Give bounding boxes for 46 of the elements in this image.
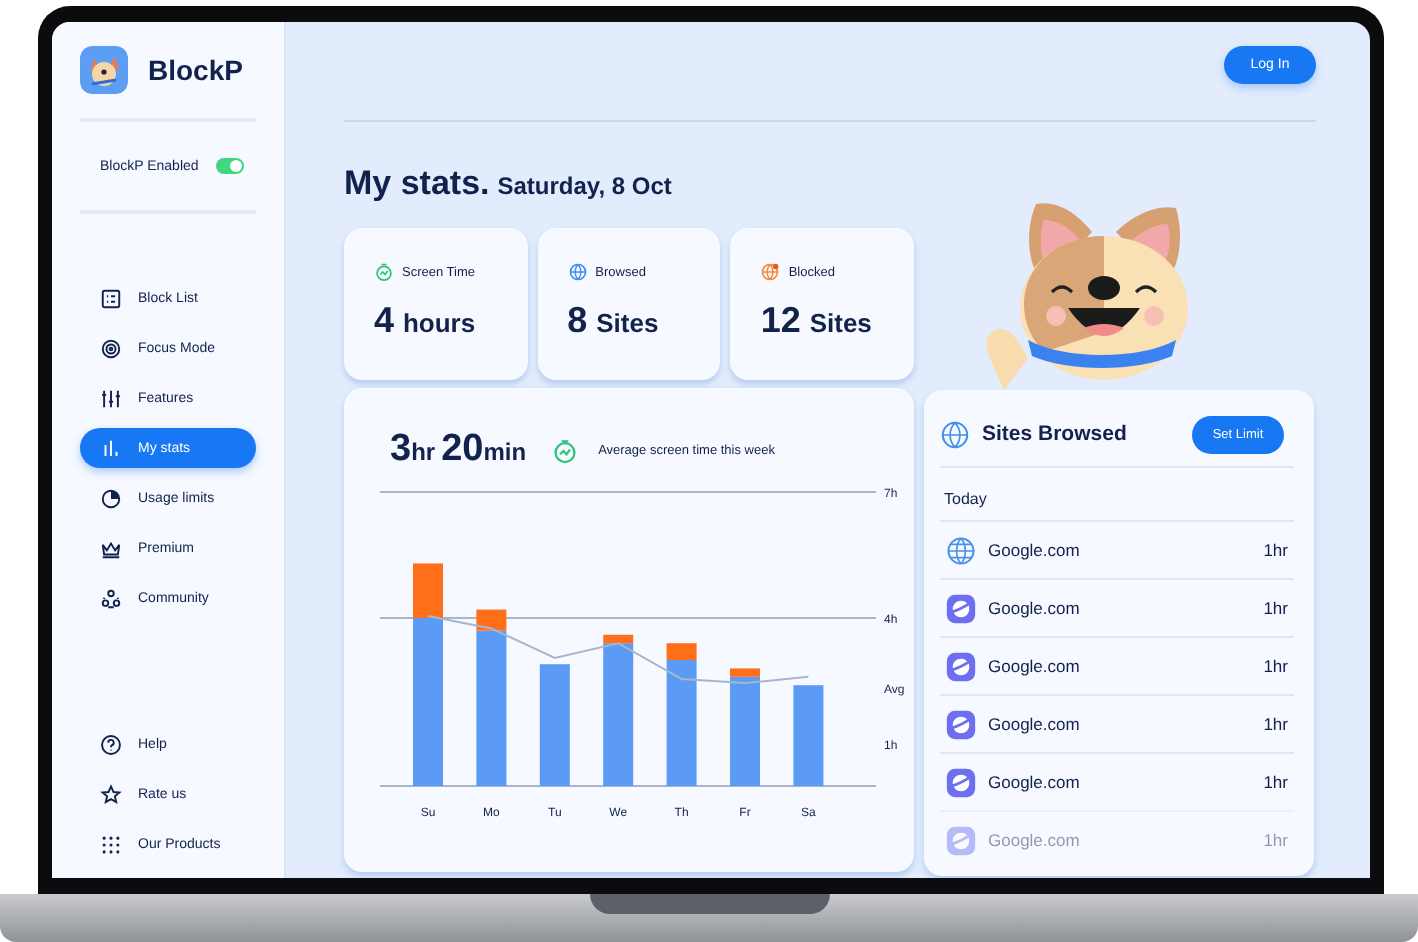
site-name: Google.com xyxy=(988,830,1082,850)
app-name: BlockP xyxy=(148,54,243,86)
site-name: Google.com xyxy=(988,714,1082,734)
planet-app-icon xyxy=(946,825,976,855)
stat-value: 12 Sites xyxy=(760,300,874,342)
globe-icon xyxy=(946,535,976,565)
globe-icon xyxy=(940,419,970,449)
chart-bar xyxy=(793,685,824,786)
planet-app-icon xyxy=(946,593,976,623)
site-time: 1hr xyxy=(1263,714,1288,734)
stat-value: 4 hours xyxy=(374,300,478,342)
card-title: Sites Browsed xyxy=(982,422,1129,446)
pie-icon xyxy=(100,487,122,509)
site-time: 1hr xyxy=(1263,656,1288,676)
planet-app-icon xyxy=(946,651,976,681)
globe-icon xyxy=(567,262,588,282)
stopwatch-icon xyxy=(552,437,579,463)
date-label: Saturday, 8 Oct xyxy=(497,172,672,200)
list-icon xyxy=(100,287,122,309)
stopwatch-icon xyxy=(374,262,394,282)
site-time: 1hr xyxy=(1263,772,1288,792)
target-icon xyxy=(100,337,122,359)
site-name: Google.com xyxy=(988,540,1082,560)
site-name: Google.com xyxy=(988,598,1082,618)
section-label: Today xyxy=(942,488,989,512)
help-icon xyxy=(100,733,122,755)
dog-logo-icon xyxy=(80,46,128,94)
crown-icon xyxy=(100,537,122,559)
average-time: 3hr 20min xyxy=(390,428,529,472)
stat-value: 8 Sites xyxy=(567,300,661,342)
site-name: Google.com xyxy=(988,656,1082,676)
site-time: 1hr xyxy=(1263,598,1288,618)
planet-app-icon xyxy=(946,709,976,739)
site-time: 1hr xyxy=(1263,540,1288,560)
people-icon xyxy=(100,587,122,609)
planet-app-icon xyxy=(946,767,976,797)
bar-chart-icon xyxy=(100,437,122,459)
enabled-toggle[interactable] xyxy=(216,158,244,174)
page-title: My stats. xyxy=(344,164,490,204)
grid-icon xyxy=(100,833,122,855)
globe-icon xyxy=(760,262,781,282)
site-time: 1hr xyxy=(1263,830,1288,850)
sliders-icon xyxy=(100,387,122,409)
site-name: Google.com xyxy=(988,772,1082,792)
star-icon xyxy=(100,783,122,805)
chart-bar xyxy=(539,664,570,786)
